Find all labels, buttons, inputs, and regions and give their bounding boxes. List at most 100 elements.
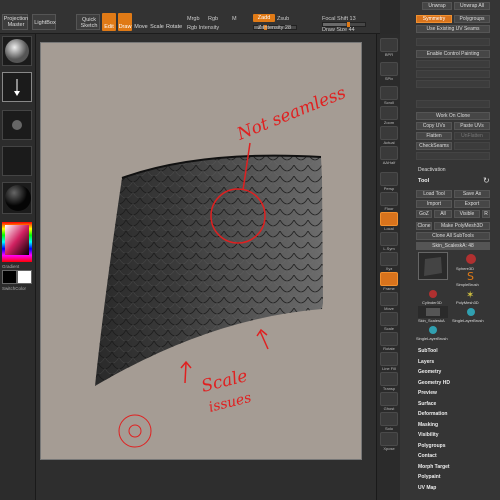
menu-polygroups[interactable]: Polygroups [418,443,446,449]
tool-skin-scaleska[interactable] [418,306,448,318]
actual-icon[interactable] [380,126,398,140]
visible-button[interactable]: Visible [454,210,480,218]
xpose-icon[interactable] [380,432,398,446]
zadd-button[interactable]: Zadd [253,14,275,22]
menu-geometry[interactable]: Geometry [418,369,441,375]
menu-morph-target[interactable]: Morph Target [418,464,450,470]
tool-polymesh3d[interactable]: ✶ [456,288,486,300]
attract-button[interactable] [416,60,490,68]
material-sphere-thumbnail[interactable] [2,182,32,214]
make-polymesh-button[interactable]: Make PolyMesh3D [434,222,490,230]
cycle-button[interactable] [416,152,490,160]
ghost-icon[interactable] [380,392,398,406]
unwrap-all-button[interactable]: Unwrap All [454,2,490,10]
menu-uv-map[interactable]: UV Map [418,485,436,491]
menu-masking[interactable]: Masking [418,422,438,428]
l-sym-icon[interactable] [380,232,398,246]
attract-from-ambient-button[interactable] [416,70,490,78]
solo-icon[interactable] [380,412,398,426]
rotate-button[interactable]: Rotate [166,24,182,30]
use-existing-uv-seams-button[interactable]: Use Existing UV Seams [416,25,490,33]
floor-icon[interactable] [380,192,398,206]
clone-all-subtools-button[interactable]: Clone All SubTools [416,232,490,240]
clone-button[interactable]: Clone [416,222,432,230]
density-button[interactable] [416,80,490,88]
material-thumbnail[interactable] [2,36,32,66]
switch-color-label[interactable]: SwitchColor [2,286,26,291]
rotate-icon[interactable] [380,332,398,346]
menu-geometry-hd[interactable]: Geometry HD [418,380,450,386]
texture-thumbnail[interactable] [2,146,32,176]
menu-polypaint[interactable]: Polypaint [418,474,441,480]
flatten-button[interactable]: Flatten [416,132,452,140]
frame-icon[interactable] [380,272,398,286]
export-button[interactable]: Export [454,200,490,208]
svg-text:✶: ✶ [466,290,474,300]
stroke-thumbnail[interactable] [2,72,32,102]
rgb-intensity-slider[interactable]: Rgb Intensity [187,25,219,31]
transp-icon[interactable] [380,372,398,386]
menu-visibility[interactable]: Visibility [418,432,438,438]
move-button[interactable]: Move [134,24,148,30]
scale-icon[interactable] [380,312,398,326]
lightbox-button[interactable]: LightBox [32,14,56,30]
edit-button[interactable]: Edit [102,13,116,31]
document-canvas[interactable] [40,42,362,460]
menu-subtool[interactable]: SubTool [418,348,438,354]
rgb-button[interactable]: Rgb [208,16,218,22]
uv-check-button[interactable] [454,142,490,150]
draw-button[interactable]: Draw [118,13,132,31]
zsub-button[interactable]: Zsub [277,16,289,22]
line-fill-polyf-icon[interactable] [380,352,398,366]
tool-simplebrush[interactable]: S [456,270,486,282]
gradient-label[interactable]: Gradient [2,264,19,269]
bpr-icon[interactable] [380,38,398,52]
spix-icon[interactable] [380,62,398,76]
enable-control-painting-button[interactable]: Enable Control Painting [416,50,490,58]
all-button[interactable]: All [434,210,452,218]
scroll-icon[interactable] [380,86,398,100]
work-on-clone-button[interactable]: Work On Clone [416,112,490,120]
alpha-thumbnail[interactable] [2,110,32,140]
menu-contact[interactable]: Contact [418,453,437,459]
save-as-button[interactable]: Save As [454,190,490,198]
paste-uvs-button[interactable]: Paste UVs [454,122,490,130]
menu-surface[interactable]: Surface [418,401,436,407]
refresh-icon[interactable]: ↻ [483,176,490,185]
goz-button[interactable]: GoZ [416,210,432,218]
active-tool-thumbnail[interactable] [418,252,448,280]
symmetry-button[interactable]: Symmetry [416,15,452,23]
r-button[interactable]: R [482,210,490,218]
color-picker[interactable] [2,222,32,262]
aahalf-icon[interactable] [380,146,398,160]
m-button[interactable]: M [232,16,237,22]
main-color-swatch[interactable] [2,270,17,284]
secondary-color-swatch[interactable] [17,270,32,284]
move-icon[interactable] [380,292,398,306]
tool-singlelayerbrush[interactable] [456,306,486,318]
tool-singlelayerbrush-2[interactable] [418,324,448,336]
unflatten-button[interactable]: UnFlatten [454,132,490,140]
polygroups-button[interactable]: Polygroups [454,15,490,23]
tool-cylinder3d[interactable] [418,288,448,300]
menu-layers[interactable]: Layers [418,359,434,365]
mrgb-button[interactable]: Mrgb [187,16,200,22]
projection-master-button[interactable]: Projection Master [2,14,28,30]
menu-deformation[interactable]: Deformation [418,411,447,417]
current-tool-slider[interactable]: Skin_ScaleskA: 48 [416,242,490,250]
quick-sketch-button[interactable]: Quick Sketch [76,14,100,30]
load-tool-button[interactable]: Load Tool [416,190,452,198]
check-seams-button[interactable]: CheckSeams [416,142,452,150]
menu-preview[interactable]: Preview [418,390,437,396]
zoom-icon[interactable] [380,106,398,120]
tool-sphere3d[interactable] [456,252,486,266]
unwrap-button[interactable]: Unwrap [422,2,452,10]
import-button[interactable]: Import [416,200,452,208]
xyz-icon[interactable] [380,252,398,266]
local-icon[interactable] [380,212,398,226]
copy-uvs-button[interactable]: Copy UVs [416,122,452,130]
scale-button[interactable]: Scale [150,24,164,30]
deactivation-label[interactable]: Deactivation [418,167,446,173]
persp-icon[interactable] [380,172,398,186]
tool-palette-header[interactable]: Tool [418,178,429,184]
